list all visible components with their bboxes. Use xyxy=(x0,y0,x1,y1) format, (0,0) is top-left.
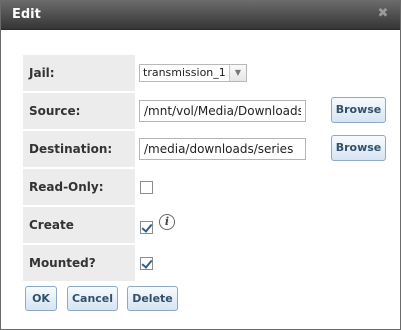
chevron-down-icon[interactable]: ▼ xyxy=(229,65,246,81)
cancel-button[interactable]: Cancel xyxy=(67,286,118,311)
dialog-title: Edit xyxy=(12,7,41,22)
create-directory-label: Create directory: xyxy=(23,207,135,268)
ok-button[interactable]: OK xyxy=(25,286,57,311)
jail-label: Jail: xyxy=(23,55,135,91)
destination-browse-button[interactable]: Browse xyxy=(331,135,386,161)
jail-select-value: transmission_1 xyxy=(143,66,226,79)
destination-input[interactable] xyxy=(139,138,306,160)
source-input[interactable] xyxy=(139,100,306,122)
info-icon[interactable]: i xyxy=(159,214,175,230)
mounted-checkbox[interactable] xyxy=(140,257,153,270)
read-only-checkbox[interactable] xyxy=(140,181,153,194)
edit-dialog: Edit ✖ Jail: transmission_1 ▼ Source: Br… xyxy=(0,0,401,330)
source-browse-button[interactable]: Browse xyxy=(331,97,386,123)
dialog-titlebar[interactable]: Edit ✖ xyxy=(1,1,400,30)
source-label: Source: xyxy=(23,93,135,129)
close-icon[interactable]: ✖ xyxy=(376,7,390,21)
jail-select[interactable]: transmission_1 ▼ xyxy=(139,64,247,82)
delete-button[interactable]: Delete xyxy=(127,286,178,311)
mounted-label: Mounted? xyxy=(23,245,135,281)
read-only-label: Read-Only: xyxy=(23,169,135,205)
destination-label: Destination: xyxy=(23,131,135,167)
create-directory-checkbox[interactable] xyxy=(140,221,153,234)
